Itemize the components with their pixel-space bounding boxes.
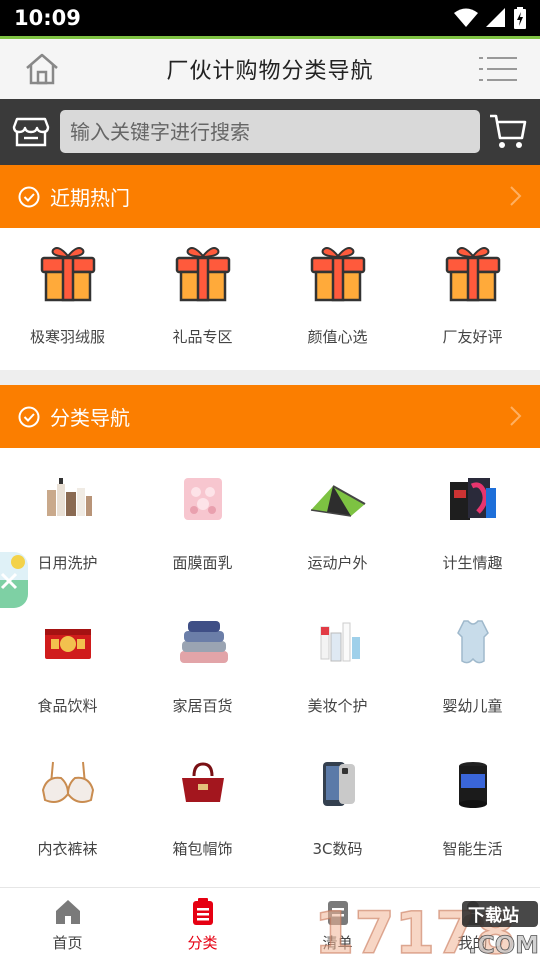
category-label: 内衣裤袜 xyxy=(37,840,98,858)
toiletries-image xyxy=(46,478,92,516)
smart-device-image xyxy=(458,762,487,808)
watermark-suffix: .COM xyxy=(468,931,539,959)
baby-romper-image xyxy=(456,620,489,664)
category-label: 运动户外 xyxy=(307,554,368,572)
category-icon xyxy=(192,898,213,925)
category-section-title: 分类导航 xyxy=(50,406,130,430)
category-grid: 日用洗护 面膜面乳 运动户外 计生情趣 食品饮料 家居百货 美妆个护 婴幼儿童 … xyxy=(0,448,540,877)
category-item[interactable]: 内衣裤袜 xyxy=(0,734,135,877)
hot-section-header[interactable]: 近期热门 xyxy=(0,165,540,228)
search-bar xyxy=(0,99,540,165)
hot-item-label: 极寒羽绒服 xyxy=(29,328,105,346)
nav-item-category[interactable]: 分类 xyxy=(135,888,270,960)
category-label: 食品饮料 xyxy=(37,697,98,715)
signal-icon xyxy=(486,8,505,27)
hot-item[interactable]: 厂友好评 xyxy=(405,228,540,370)
cart-button[interactable] xyxy=(488,111,528,151)
site-watermark-logo: 17178 下载站 .COM xyxy=(313,898,539,960)
title-bar: 厂伙计购物分类导航 xyxy=(0,39,540,99)
category-item[interactable]: 3C数码 xyxy=(270,734,405,877)
battery-icon xyxy=(514,7,526,29)
watermark-tag: 下载站 xyxy=(468,905,519,926)
list-menu-icon xyxy=(479,57,517,81)
category-section-header[interactable]: 分类导航 xyxy=(0,385,540,448)
gift-icon xyxy=(175,247,230,302)
category-label: 家居百货 xyxy=(172,697,233,715)
category-item[interactable]: 箱包帽饰 xyxy=(135,734,270,877)
phone-image xyxy=(322,762,355,806)
category-item[interactable]: 美妆个护 xyxy=(270,591,405,734)
store-icon xyxy=(12,117,50,147)
food-gift-box-image xyxy=(44,629,91,659)
check-circle-icon xyxy=(18,186,40,207)
category-item[interactable]: 计生情趣 xyxy=(405,448,540,591)
hot-item-label: 礼品专区 xyxy=(172,328,233,346)
category-label: 计生情趣 xyxy=(442,554,503,572)
home-outline-icon xyxy=(26,53,58,85)
category-item[interactable]: 婴幼儿童 xyxy=(405,591,540,734)
gift-icon xyxy=(445,247,500,302)
category-item[interactable]: 智能生活 xyxy=(405,734,540,877)
category-label: 3C数码 xyxy=(312,840,363,858)
floating-tools-icon xyxy=(0,555,28,608)
category-item[interactable]: 家居百货 xyxy=(135,591,270,734)
nav-label: 首页 xyxy=(52,934,83,952)
store-button[interactable] xyxy=(12,113,50,151)
status-icons xyxy=(454,7,526,29)
category-item[interactable]: 食品饮料 xyxy=(0,591,135,734)
hot-item[interactable]: 颜值心选 xyxy=(270,228,405,370)
floating-side-tab[interactable] xyxy=(0,552,28,608)
handbag-image xyxy=(181,762,224,802)
hot-item[interactable]: 极寒羽绒服 xyxy=(0,228,135,370)
tent-image xyxy=(310,485,365,517)
hot-items-grid: 极寒羽绒服 礼品专区 颜值心选 厂友好评 xyxy=(0,228,540,370)
menu-button[interactable] xyxy=(478,49,518,89)
gift-icon xyxy=(310,247,365,302)
gift-icon xyxy=(40,247,95,302)
chevron-right-icon xyxy=(510,406,522,426)
shopping-cart-icon xyxy=(490,114,527,148)
hot-item-label: 颜值心选 xyxy=(307,328,368,346)
home-button[interactable] xyxy=(22,49,62,89)
chevron-right-icon xyxy=(510,186,522,206)
nav-label: 分类 xyxy=(187,934,218,952)
category-label: 婴幼儿童 xyxy=(442,697,503,715)
status-time: 10:09 xyxy=(14,6,81,30)
category-label: 智能生活 xyxy=(442,840,503,858)
bra-image xyxy=(41,761,94,803)
search-input[interactable] xyxy=(60,110,480,153)
section-divider xyxy=(0,370,540,385)
category-label: 箱包帽饰 xyxy=(172,840,233,858)
category-label: 日用洗护 xyxy=(37,554,98,572)
hot-section-title: 近期热门 xyxy=(50,186,130,210)
hot-item-label: 厂友好评 xyxy=(442,328,503,346)
nav-item-home[interactable]: 首页 xyxy=(0,888,135,960)
check-circle-icon xyxy=(18,406,40,427)
category-label: 面膜面乳 xyxy=(172,554,233,572)
cosmetics-image xyxy=(320,622,360,662)
towels-image xyxy=(179,621,228,663)
hot-item[interactable]: 礼品专区 xyxy=(135,228,270,370)
home-icon xyxy=(55,900,80,924)
page-title: 厂伙计购物分类导航 xyxy=(166,59,374,84)
category-item[interactable]: 运动户外 xyxy=(270,448,405,591)
category-label: 美妆个护 xyxy=(307,697,368,715)
face-mask-image xyxy=(183,478,222,520)
category-item[interactable]: 面膜面乳 xyxy=(135,448,270,591)
wifi-icon xyxy=(454,8,478,27)
adult-products-image xyxy=(449,478,496,520)
status-bar: 10:09 xyxy=(0,0,540,36)
